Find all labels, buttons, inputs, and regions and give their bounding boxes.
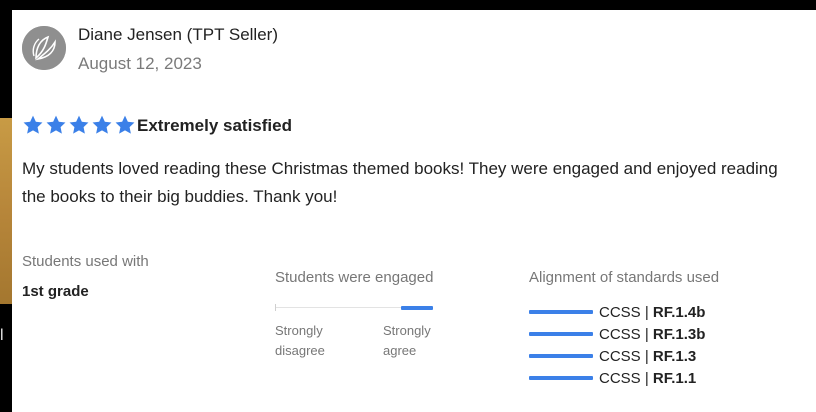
scale-high-label: Strongly agree bbox=[383, 323, 431, 358]
standard-prefix: CCSS | bbox=[599, 325, 653, 343]
review-card: Diane Jensen (TPT Seller) August 12, 202… bbox=[12, 10, 816, 412]
star-icon bbox=[46, 115, 66, 134]
standard-prefix: CCSS | bbox=[599, 303, 653, 321]
standards-list: CCSS | RF.1.4b CCSS | RF.1.3b CCSS | RF.… bbox=[529, 301, 705, 389]
background-image-strip bbox=[0, 118, 12, 304]
standard-bar bbox=[529, 376, 593, 380]
star-icon bbox=[69, 115, 89, 134]
standard-code: RF.1.4b bbox=[652, 303, 706, 321]
engagement-fill bbox=[401, 306, 433, 310]
standard-code: RF.1.3 bbox=[652, 347, 697, 365]
standard-text[interactable]: CCSS | RF.1.3b bbox=[599, 326, 705, 343]
standard-prefix: CCSS | bbox=[599, 369, 653, 387]
star-rating bbox=[22, 114, 137, 136]
star-icon bbox=[23, 115, 43, 134]
standard-text[interactable]: CCSS | RF.1.4b bbox=[599, 304, 705, 321]
standard-row: CCSS | RF.1.3b bbox=[529, 323, 705, 345]
avatar[interactable] bbox=[22, 26, 66, 70]
students-used-with-value: 1st grade bbox=[22, 283, 89, 300]
standard-bar bbox=[529, 332, 593, 336]
star-icon bbox=[115, 115, 135, 134]
review-date: August 12, 2023 bbox=[78, 54, 202, 73]
standard-text[interactable]: CCSS | RF.1.1 bbox=[599, 370, 696, 387]
standard-bar bbox=[529, 354, 593, 358]
engagement-label: Students were engaged bbox=[275, 269, 434, 286]
students-used-with-label: Students used with bbox=[22, 253, 149, 270]
background-text-fragment: l bbox=[0, 327, 4, 344]
standard-prefix: CCSS | bbox=[599, 347, 653, 365]
engagement-scale bbox=[275, 304, 433, 311]
standard-row: CCSS | RF.1.4b bbox=[529, 301, 705, 323]
star-icon bbox=[92, 115, 112, 134]
review-text: My students loved reading these Christma… bbox=[22, 159, 778, 206]
reviewer-name[interactable]: Diane Jensen (TPT Seller) bbox=[78, 25, 278, 45]
standard-code: RF.1.1 bbox=[652, 369, 697, 387]
standard-code: RF.1.3b bbox=[652, 325, 706, 343]
alignment-label: Alignment of standards used bbox=[529, 269, 720, 286]
store-logo-icon bbox=[22, 26, 66, 70]
rating-label: Extremely satisfied bbox=[137, 116, 292, 135]
standard-row: CCSS | RF.1.3 bbox=[529, 345, 705, 367]
scale-low-label: Strongly disagree bbox=[275, 323, 325, 358]
standard-bar bbox=[529, 310, 593, 314]
standard-text[interactable]: CCSS | RF.1.3 bbox=[599, 348, 696, 365]
engagement-tick bbox=[275, 304, 276, 311]
standard-row: CCSS | RF.1.1 bbox=[529, 367, 705, 389]
